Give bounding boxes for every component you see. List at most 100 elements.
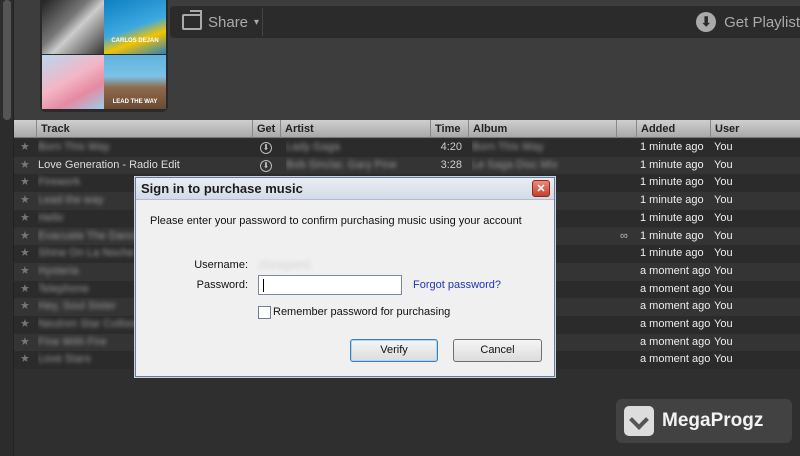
user-cell: You xyxy=(714,300,733,313)
time-cell: 3:28 xyxy=(440,158,462,171)
star-icon[interactable]: ★ xyxy=(20,210,30,228)
download-icon: ⬇ xyxy=(260,159,272,172)
added-cell: a moment ago xyxy=(640,282,710,295)
album-cover-2: CARLOS DEJAN xyxy=(104,0,166,54)
playlist-toolbar: Share ▾ ⬇ Get Playlist xyxy=(170,6,800,38)
user-cell: You xyxy=(714,141,733,153)
user-cell: You xyxy=(714,247,733,260)
artist-cell: Bob Sinclar, Gary Pine xyxy=(286,158,397,171)
table-row[interactable]: ★ Love Generation - Radio Edit Bob Sinclar… xyxy=(14,156,800,175)
album-cell: Le Saga Disc Mix xyxy=(472,158,558,171)
remember-password-label[interactable]: Remember password for purchasing xyxy=(273,306,450,318)
sign-in-dialog: Sign in to purchase music ✕ Please enter… xyxy=(135,177,555,377)
added-cell: 1 minute ago xyxy=(640,229,704,242)
added-cell: 1 minute ago xyxy=(640,141,704,153)
playlist-header: CARLOS DEJAN LEAD THE WAY Share ▾ ⬇ Get … xyxy=(14,0,800,120)
user-cell: You xyxy=(714,264,733,277)
get-playlist-button[interactable]: ⬇ Get Playlist xyxy=(696,10,800,34)
album-cell: Born This Way xyxy=(472,141,544,153)
table-row[interactable]: ★ Born This Way Lady Gaga 4:20 Born This Way… xyxy=(14,139,800,157)
user-cell: You xyxy=(714,335,733,348)
column-header-track[interactable]: Track xyxy=(36,120,250,138)
toolbar-divider xyxy=(262,8,263,36)
added-cell: 1 minute ago xyxy=(640,247,704,260)
column-header-album[interactable]: Album xyxy=(468,120,616,138)
album-cover-2-text: CARLOS DEJAN xyxy=(111,38,159,44)
get-track-button[interactable]: ⬇ xyxy=(260,157,276,175)
left-scrollbar[interactable] xyxy=(0,0,14,456)
added-cell: a moment ago xyxy=(640,264,710,277)
user-cell: You xyxy=(714,176,733,189)
dialog-titlebar[interactable]: Sign in to purchase music ✕ xyxy=(136,178,554,200)
text-caret xyxy=(263,279,264,292)
playlist-cover-mosaic: CARLOS DEJAN LEAD THE WAY xyxy=(40,0,168,112)
forgot-password-link[interactable]: Forgot password? xyxy=(413,279,501,291)
watermark-text: MegaProgz xyxy=(662,410,764,431)
chevron-down-icon: ▾ xyxy=(254,16,260,28)
user-cell: You xyxy=(714,318,733,330)
verify-button[interactable]: Verify xyxy=(350,339,438,362)
album-cover-4: LEAD THE WAY xyxy=(104,55,166,109)
album-cover-4-text: LEAD THE WAY xyxy=(112,99,158,105)
share-button[interactable]: Share ▾ xyxy=(176,10,265,34)
column-header-added[interactable]: Added xyxy=(636,120,710,138)
added-cell: a moment ago xyxy=(640,335,710,348)
close-icon[interactable]: ✕ xyxy=(532,180,550,197)
column-header-get[interactable]: Get xyxy=(252,120,280,138)
cancel-button[interactable]: Cancel xyxy=(453,339,542,362)
password-label: Password: xyxy=(196,279,248,291)
artist-cell: Lady Gaga xyxy=(286,141,340,153)
download-icon: ⬇ xyxy=(696,12,717,32)
user-cell: You xyxy=(714,282,733,295)
star-icon[interactable]: ★ xyxy=(20,228,30,246)
added-cell: 1 minute ago xyxy=(640,211,704,224)
time-cell: 4:20 xyxy=(440,141,462,153)
password-field[interactable] xyxy=(258,275,402,295)
username-label: Username: xyxy=(194,259,248,271)
added-cell: 1 minute ago xyxy=(640,158,704,171)
star-icon[interactable]: ★ xyxy=(20,316,30,334)
user-cell: You xyxy=(714,211,733,224)
user-cell: You xyxy=(714,229,733,242)
track-cell: Love Generation - Radio Edit xyxy=(38,158,180,171)
dialog-prompt: Please enter your password to confirm pu… xyxy=(150,215,522,227)
star-icon[interactable]: ★ xyxy=(20,263,30,281)
added-cell: 1 minute ago xyxy=(640,176,704,189)
share-icon xyxy=(182,10,202,30)
star-icon[interactable]: ★ xyxy=(20,334,30,352)
watermark-logo: MegaProgz xyxy=(616,399,792,443)
added-cell: a moment ago xyxy=(640,318,710,330)
get-playlist-label: Get Playlist xyxy=(724,13,800,31)
download-icon: ⬇ xyxy=(260,142,272,154)
dialog-body: Please enter your password to confirm pu… xyxy=(136,201,554,376)
star-icon[interactable]: ★ xyxy=(20,139,30,157)
star-icon[interactable]: ★ xyxy=(20,174,30,192)
remember-password-checkbox[interactable] xyxy=(258,306,271,319)
column-header-artist[interactable]: Artist xyxy=(280,120,430,138)
user-cell: You xyxy=(714,158,733,171)
column-header-user[interactable]: User xyxy=(710,120,800,138)
column-header-link[interactable] xyxy=(616,120,636,138)
star-icon[interactable]: ★ xyxy=(20,157,30,175)
added-cell: 1 minute ago xyxy=(640,194,704,207)
album-cover-3 xyxy=(42,55,104,109)
link-icon[interactable]: ∞ xyxy=(620,228,636,246)
star-icon[interactable]: ★ xyxy=(20,351,30,369)
user-cell: You xyxy=(714,353,733,366)
star-icon[interactable]: ★ xyxy=(20,192,30,210)
star-icon[interactable]: ★ xyxy=(20,298,30,316)
star-icon[interactable]: ★ xyxy=(20,245,30,263)
get-track-button[interactable]: ⬇ xyxy=(260,139,276,157)
column-header-time[interactable]: Time xyxy=(430,120,468,138)
user-cell: You xyxy=(714,194,733,207)
share-label: Share xyxy=(208,13,249,31)
album-cover-1 xyxy=(42,0,104,54)
track-cell: Born This Way xyxy=(38,141,110,153)
left-scrollbar-thumb[interactable] xyxy=(3,0,11,120)
dialog-title: Sign in to purchase music xyxy=(141,181,303,196)
added-cell: a moment ago xyxy=(640,353,710,366)
added-cell: a moment ago xyxy=(640,300,710,313)
table-header: Track Get Artist Time Album Added User xyxy=(14,120,800,138)
star-icon[interactable]: ★ xyxy=(20,281,30,299)
username-value: zlocaguest xyxy=(258,259,311,271)
